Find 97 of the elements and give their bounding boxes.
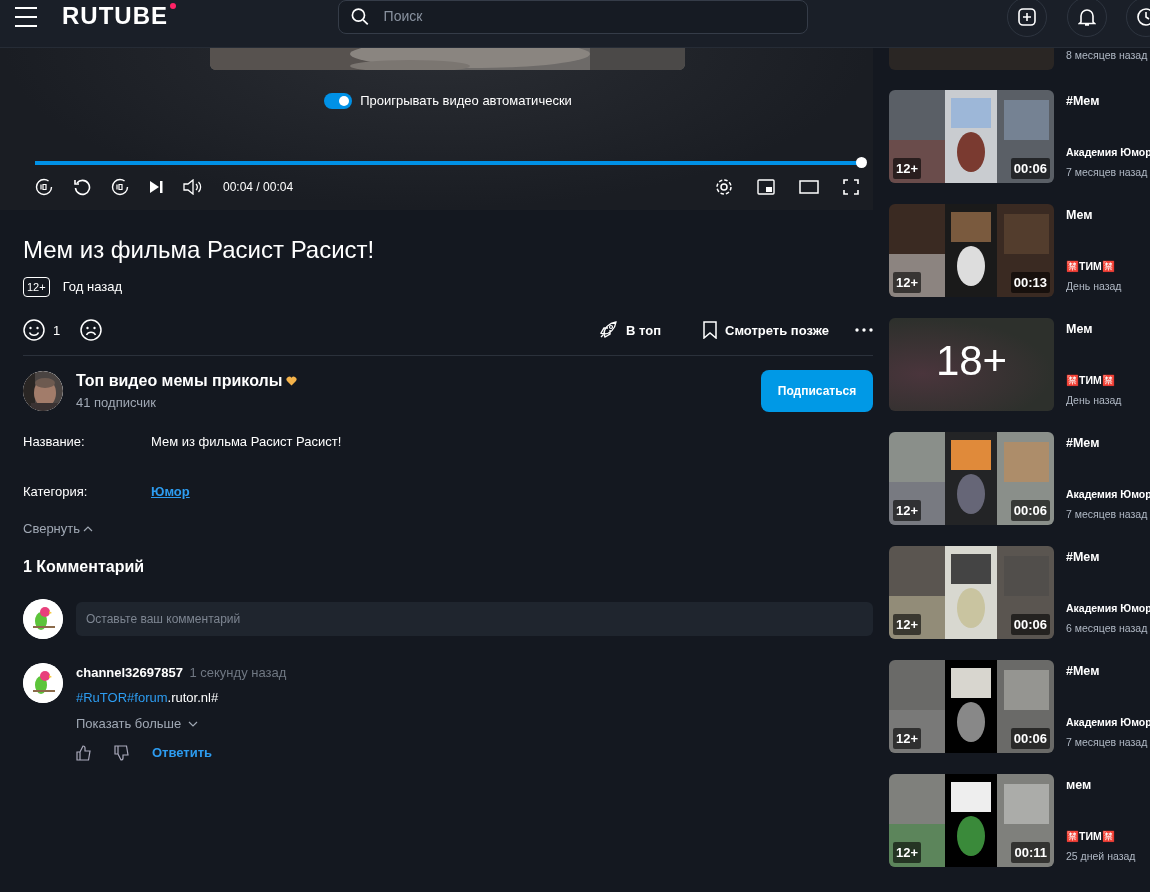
- video-date: День назад: [1066, 278, 1122, 294]
- age-badge: 12+: [893, 157, 922, 179]
- age-badge: 12+: [893, 613, 922, 635]
- video-title[interactable]: #Мем: [1066, 434, 1150, 453]
- duration-badge: 00:11: [1011, 841, 1050, 863]
- video-date: 25 дней назад: [1066, 848, 1136, 864]
- detail-label: Категория:: [23, 482, 89, 501]
- bell-icon: [1077, 6, 1096, 27]
- reply-link[interactable]: Ответить: [152, 743, 213, 763]
- video-title[interactable]: мем: [1066, 776, 1136, 795]
- rectangle-icon: [799, 179, 819, 194]
- theater-mode-button[interactable]: [799, 179, 819, 194]
- video-date: 6 месяцев назад: [1066, 620, 1149, 636]
- video-title[interactable]: #Мем: [1066, 548, 1150, 567]
- replay-icon: [73, 177, 91, 196]
- video-date: 7 месяцев назад: [1066, 734, 1149, 750]
- more-button[interactable]: [855, 328, 873, 333]
- publish-date: Год назад: [62, 278, 123, 297]
- video-title[interactable]: #Мем: [1066, 662, 1150, 681]
- search-field[interactable]: Поиск: [381, 5, 795, 28]
- detail-label: Название:: [23, 433, 86, 452]
- comment-author[interactable]: channel32697857: [76, 662, 183, 683]
- next-icon: [149, 179, 163, 194]
- rewind-icon: [35, 177, 53, 196]
- mini-player-button[interactable]: [757, 178, 775, 195]
- channel-name[interactable]: 🈲ТИМ🈲: [1066, 372, 1122, 389]
- chevron-down-icon: [187, 720, 198, 727]
- subscriber-count: 41 подписчик: [76, 394, 158, 413]
- parrot-avatar-icon: [23, 598, 63, 639]
- duration-badge: 00:06: [1010, 499, 1050, 521]
- channel-name[interactable]: 🈲ТИМ🈲: [1066, 828, 1136, 845]
- video-title: Мем из фильма Расист Расист!: [23, 236, 376, 265]
- autoplay-label: Проигрывать видео автоматически: [360, 92, 572, 110]
- thumbs-up-icon: [76, 745, 92, 762]
- video-date: 8 месяцев назад: [1066, 48, 1148, 63]
- logo[interactable]: RUTUBE: [62, 3, 176, 30]
- more-icon: [855, 328, 873, 333]
- watch-later-button[interactable]: Смотреть позже: [703, 320, 829, 341]
- replay-button[interactable]: [73, 177, 91, 196]
- thumbs-down-icon: [114, 745, 130, 762]
- video-title[interactable]: #Мем: [1066, 92, 1150, 111]
- heart-icon: [285, 376, 297, 387]
- search-bar[interactable]: Поиск: [338, 0, 808, 34]
- video-date: День назад: [1066, 392, 1122, 408]
- parrot-avatar-icon: [23, 662, 63, 703]
- age-badge: 12+: [893, 841, 922, 863]
- rewind-button[interactable]: [35, 177, 53, 196]
- time-display: 00:04 / 00:04: [223, 178, 294, 196]
- like-button[interactable]: [76, 745, 92, 762]
- age-badge: 12+: [893, 499, 922, 521]
- channel-name[interactable]: 🈲ТИМ🈲: [1066, 258, 1122, 275]
- video-title[interactable]: Мем: [1066, 320, 1122, 339]
- menu-icon[interactable]: [14, 5, 38, 28]
- chevron-up-icon: [83, 526, 94, 533]
- bookmark-icon: [703, 321, 717, 340]
- video-title[interactable]: Мем: [1066, 206, 1122, 225]
- channel-name[interactable]: Топ видео мемы приколы: [76, 369, 283, 394]
- forward-icon: [111, 177, 129, 196]
- video-date: 7 месяцев назад: [1066, 506, 1149, 522]
- duration-badge: 00:06: [1010, 727, 1050, 749]
- rocket-icon: [598, 320, 618, 341]
- clock-icon: [1136, 6, 1150, 27]
- detail-value: Мем из фильма Расист Расист!: [151, 433, 342, 452]
- plus-icon: [1018, 7, 1036, 26]
- speaker-icon: [183, 178, 203, 195]
- progress-handle[interactable]: [856, 156, 867, 168]
- duration-badge: 00:13: [1010, 271, 1050, 293]
- fullscreen-button[interactable]: [843, 178, 859, 195]
- comment-time: 1 секунду назад: [189, 663, 287, 682]
- search-icon: [351, 6, 370, 27]
- collapse-link[interactable]: Свернуть: [23, 519, 80, 539]
- age-badge: 12+: [893, 271, 922, 293]
- category-link[interactable]: Юмор: [151, 481, 190, 502]
- show-more-link[interactable]: Показать больше: [76, 713, 182, 734]
- video-date: 7 месяцев назад: [1066, 164, 1149, 180]
- age-badge: 12+: [893, 727, 922, 749]
- dislike-button[interactable]: [114, 745, 130, 762]
- adult-cover-text: 18+: [934, 340, 1009, 382]
- age-rating: 12+: [23, 276, 50, 298]
- next-button[interactable]: [149, 179, 163, 194]
- comments-heading: 1 Комментарий: [23, 556, 146, 577]
- duration-badge: 00:06: [1010, 157, 1050, 179]
- settings-button[interactable]: [715, 177, 733, 196]
- settings-icon: [715, 177, 733, 196]
- like-button[interactable]: 1: [23, 319, 61, 342]
- add-to-top-button[interactable]: В топ: [598, 320, 661, 341]
- sad-face-icon: [79, 319, 102, 342]
- mini-player-icon: [757, 178, 775, 195]
- volume-button[interactable]: [183, 178, 203, 195]
- smile-icon: [23, 319, 45, 342]
- fullscreen-icon: [843, 178, 859, 195]
- autoplay-toggle[interactable]: [324, 92, 353, 109]
- comment-input[interactable]: Оставьте ваш комментарий: [76, 601, 873, 636]
- comment-text: #RuTOR#forum.rutor.nl#: [76, 689, 220, 708]
- video-thumbnail[interactable]: 18+: [889, 318, 1054, 411]
- forward-button[interactable]: [111, 177, 129, 196]
- duration-badge: 00:06: [1010, 613, 1050, 635]
